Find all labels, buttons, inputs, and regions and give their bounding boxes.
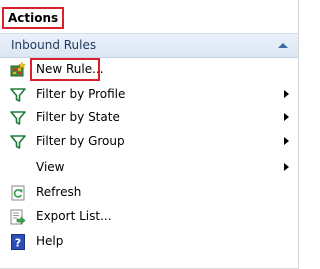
actions-title: Actions bbox=[1, 7, 65, 29]
refresh-icon bbox=[11, 185, 25, 201]
action-item-filter-by-group[interactable]: Filter by Group bbox=[0, 130, 298, 153]
chevron-up-icon[interactable] bbox=[278, 43, 288, 48]
export-list-icon bbox=[10, 209, 26, 225]
action-item-filter-by-state[interactable]: Filter by State bbox=[0, 106, 298, 129]
action-item-filter-by-profile[interactable]: Filter by Profile bbox=[0, 83, 298, 106]
action-label: Refresh bbox=[36, 185, 82, 199]
section-header-inbound-rules[interactable]: Inbound Rules bbox=[0, 34, 298, 58]
submenu-arrow-icon bbox=[284, 137, 289, 145]
action-item-view[interactable]: View bbox=[0, 156, 298, 179]
submenu-arrow-icon bbox=[284, 163, 289, 171]
svg-text:?: ? bbox=[15, 237, 21, 250]
filter-icon bbox=[10, 135, 26, 149]
action-item-help[interactable]: ? Help bbox=[0, 230, 298, 253]
actions-pane: Actions Inbound Rules New Rule... Filter… bbox=[0, 0, 299, 269]
submenu-arrow-icon bbox=[284, 90, 289, 98]
action-label: Filter by Group bbox=[36, 134, 125, 148]
new-rule-icon bbox=[10, 62, 26, 77]
action-item-export-list[interactable]: Export List... bbox=[0, 205, 298, 228]
action-label: Filter by State bbox=[36, 110, 120, 124]
actions-title-bar: Actions bbox=[0, 0, 298, 34]
filter-icon bbox=[10, 111, 26, 125]
section-label: Inbound Rules bbox=[11, 38, 97, 52]
new-rule-highlight-box bbox=[30, 58, 100, 81]
submenu-arrow-icon bbox=[284, 113, 289, 121]
action-item-refresh[interactable]: Refresh bbox=[0, 181, 298, 204]
action-label: Help bbox=[36, 234, 64, 248]
action-label: Filter by Profile bbox=[36, 87, 126, 101]
help-icon: ? bbox=[11, 234, 25, 250]
filter-icon bbox=[10, 88, 26, 102]
action-label: View bbox=[36, 160, 65, 174]
action-label: Export List... bbox=[36, 209, 112, 223]
